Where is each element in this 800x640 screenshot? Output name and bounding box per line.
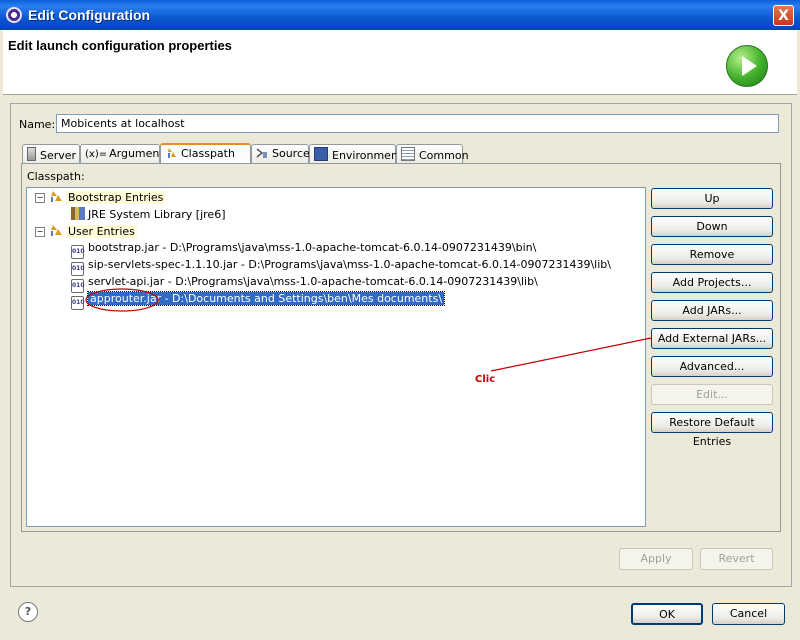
ok-button[interactable]: OK xyxy=(631,603,703,625)
classpath-icon xyxy=(165,147,177,159)
add-projects-button[interactable]: Add Projects... xyxy=(651,272,773,293)
header-title: Edit launch configuration properties xyxy=(8,38,232,53)
tab-classpath[interactable]: Classpath xyxy=(160,143,251,163)
help-icon[interactable]: ? xyxy=(18,602,38,622)
jar-icon: 010 xyxy=(71,279,85,293)
down-button[interactable]: Down xyxy=(651,216,773,237)
run-icon xyxy=(726,45,768,87)
entries-group-icon xyxy=(49,190,63,203)
jar-icon: 010 xyxy=(71,296,85,310)
window-title: Edit Configuration xyxy=(28,7,151,23)
tree-item-jar[interactable]: 010 servlet-api.jar - D:\Programs\java\ms… xyxy=(69,275,538,293)
jar-icon: 010 xyxy=(71,245,85,259)
close-button[interactable]: X xyxy=(773,5,794,26)
tab-server[interactable]: Server xyxy=(22,144,80,163)
classpath-label: Classpath: xyxy=(27,170,85,183)
tree-item-jar-selected[interactable]: 010 approuter.jar - D:\Documents and Sett… xyxy=(69,291,446,310)
name-input[interactable] xyxy=(56,114,779,133)
entries-group-icon xyxy=(49,224,63,237)
tree-item-jre-library[interactable]: JRE System Library [jre6] xyxy=(67,207,226,224)
tree-item-user-entries[interactable]: − User Entries xyxy=(35,224,137,241)
advanced-button[interactable]: Advanced... xyxy=(651,356,773,377)
restore-default-entries-button[interactable]: Restore Default Entries xyxy=(651,412,773,448)
tree-item-jar[interactable]: 010 sip-servlets-spec-1.1.10.jar - D:\Pro… xyxy=(69,258,611,276)
tab-common[interactable]: Common xyxy=(396,144,469,163)
tab-environment[interactable]: Environment xyxy=(309,144,402,163)
annotation-label: Clic xyxy=(475,374,496,385)
environment-icon xyxy=(314,147,328,161)
tree-item-jar[interactable]: 010 bootstrap.jar - D:\Programs\java\mss-… xyxy=(69,241,536,259)
tree-item-bootstrap-entries[interactable]: − Bootstrap Entries xyxy=(35,190,166,207)
eclipse-icon xyxy=(6,7,22,23)
source-icon xyxy=(256,147,268,159)
edit-button[interactable]: Edit... xyxy=(651,384,773,405)
collapse-icon[interactable]: − xyxy=(35,227,45,237)
add-external-jars-button[interactable]: Add External JARs... xyxy=(651,328,773,349)
up-button[interactable]: Up xyxy=(651,188,773,209)
common-icon xyxy=(401,147,415,161)
remove-button[interactable]: Remove xyxy=(651,244,773,265)
name-label: Name: xyxy=(19,118,56,131)
tab-source[interactable]: Source xyxy=(251,144,310,163)
classpath-tree[interactable]: − Bootstrap Entries JRE System Library [j… xyxy=(26,187,646,527)
cancel-button[interactable]: Cancel xyxy=(712,603,785,625)
revert-button[interactable]: Revert xyxy=(700,548,773,570)
server-icon xyxy=(27,147,36,161)
collapse-icon[interactable]: − xyxy=(35,193,45,203)
add-jars-button[interactable]: Add JARs... xyxy=(651,300,773,321)
apply-button[interactable]: Apply xyxy=(619,548,693,570)
library-icon xyxy=(71,207,85,220)
tab-arguments[interactable]: (x)= Arguments xyxy=(80,144,169,163)
jar-icon: 010 xyxy=(71,262,85,276)
arguments-icon: (x)= xyxy=(85,149,108,160)
